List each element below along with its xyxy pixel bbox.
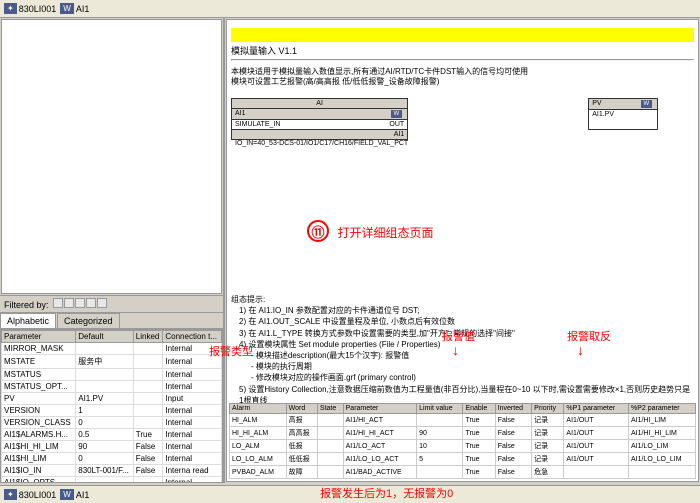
document-panel[interactable]: 模拟量输入 V1.1 本模块适用于模拟量输入数值显示,所有通过AI/RTD/TC… [226, 19, 699, 482]
table-row[interactable]: MIRROR_MASKInternal [2, 343, 222, 355]
table-row[interactable]: VERSION1Internal [2, 405, 222, 417]
block-row: AI AI1W SIMULATE_INOUT AI1 IO_IN=40_53-D… [231, 98, 694, 147]
arrow-icon: ↓ [452, 342, 459, 358]
circle-number: ⑪ [307, 220, 329, 242]
table-row[interactable]: LO_ALM低报AI1/LO_ACT10TrueFalse记录AI1/OUTAI… [230, 440, 696, 453]
alarm-table-wrap: AlarmWordState ParameterLimit valueEnabl… [229, 399, 696, 479]
circle-annotation: ⑪ 打开详细组态页面 [307, 220, 434, 242]
table-row[interactable]: PVAI1.PVInput [2, 393, 222, 405]
left-panel: Filtered by: Alphabetic Categorized Para… [0, 18, 225, 483]
bottom-code: 830LI001 [19, 490, 57, 500]
io-line: IO_IN=40_53-DCS-01/IO1/C17/CH16/FIELD_VA… [235, 140, 408, 147]
label-bottom: 报警发生后为1，无报警为0 [320, 485, 453, 501]
circle-text: 打开详细组态页面 [338, 226, 434, 240]
table-row[interactable]: PVBAD_ALM故障AI1/BAD_ACTIVETrueFalse危急 [230, 466, 696, 479]
filter-icons[interactable] [53, 298, 107, 308]
top-toolbar: ✦ 830LI001 W AI1 [0, 0, 700, 18]
bottom-bar: ✦ 830LI001 W AI1 报警发生后为1，无报警为0 [0, 485, 700, 503]
prop-tabs: Alphabetic Categorized [0, 313, 223, 329]
col-default[interactable]: Default [76, 331, 134, 343]
col-linked[interactable]: Linked [133, 331, 163, 343]
tab-categorized[interactable]: Categorized [57, 313, 120, 328]
doc-desc: 本模块适用于模拟量输入数值显示,所有通过AI/RTD/TC卡件DST输入的信号均… [231, 67, 694, 88]
yellow-bar [231, 28, 694, 42]
arrow-icon: ↓ [577, 342, 584, 358]
toolbar-badge: ✦ [4, 3, 17, 14]
table-row[interactable]: VERSION_CLASS0Internal [2, 417, 222, 429]
table-row[interactable]: AI1$HI_HI_LIM90FalseInternal [2, 441, 222, 453]
alarm-table[interactable]: AlarmWordState ParameterLimit valueEnabl… [229, 403, 696, 479]
bottom-name: AI1 [76, 490, 90, 500]
filter-label: Filtered by: [4, 300, 49, 310]
table-row[interactable]: AI1$HI_LIM0FalseInternal [2, 453, 222, 465]
table-row[interactable]: AI1$IO_IN830LT-001/F...FalseInterna read [2, 465, 222, 477]
table-row[interactable]: MSTATUS_OPT...Internal [2, 381, 222, 393]
col-conn[interactable]: Connection t... [163, 331, 222, 343]
property-grid[interactable]: Parameter Default Linked Connection t...… [0, 329, 223, 483]
tree-area[interactable] [1, 19, 222, 294]
toolbar-code: 830LI001 [19, 4, 57, 14]
toolbar-tag: W [60, 3, 74, 14]
table-row[interactable]: HI_ALM高报AI1/HI_ACTTrueFalse记录AI1/OUTAI1/… [230, 414, 696, 427]
table-row[interactable]: HI_HI_ALM高高报AI1/HI_HI_ACT90TrueFalse记录AI… [230, 427, 696, 440]
table-row[interactable]: MSTATE服务中Internal [2, 355, 222, 369]
col-param[interactable]: Parameter [2, 331, 76, 343]
label-alarm-inv: 报警取反 [567, 328, 611, 344]
filter-bar: Filtered by: [0, 295, 223, 313]
table-row[interactable]: AI1$ALARMS.H...0.5TrueInternal [2, 429, 222, 441]
table-row[interactable]: LO_LO_ALM低低报AI1/LO_LO_ACT5TrueFalse记录AI1… [230, 453, 696, 466]
table-row[interactable]: AI1$IO_OPTSInternal [2, 477, 222, 484]
tab-alphabetic[interactable]: Alphabetic [0, 313, 56, 328]
doc-title: 模拟量输入 V1.1 [231, 44, 694, 57]
bottom-tag: W [60, 489, 74, 500]
table-row[interactable]: MSTATUSInternal [2, 369, 222, 381]
hints-block: 组态提示: 1) 在 AI1.IO_IN 参数配置对应的卡件通道位号 DST; … [231, 294, 694, 406]
bottom-badge: ✦ [4, 489, 17, 500]
label-alarm-type: 报警类型 [209, 343, 253, 359]
toolbar-name: AI1 [76, 4, 90, 14]
ai-block[interactable]: AI AI1W SIMULATE_INOUT AI1 [231, 98, 408, 140]
pv-block[interactable]: PVW AI1.PV [588, 98, 658, 130]
